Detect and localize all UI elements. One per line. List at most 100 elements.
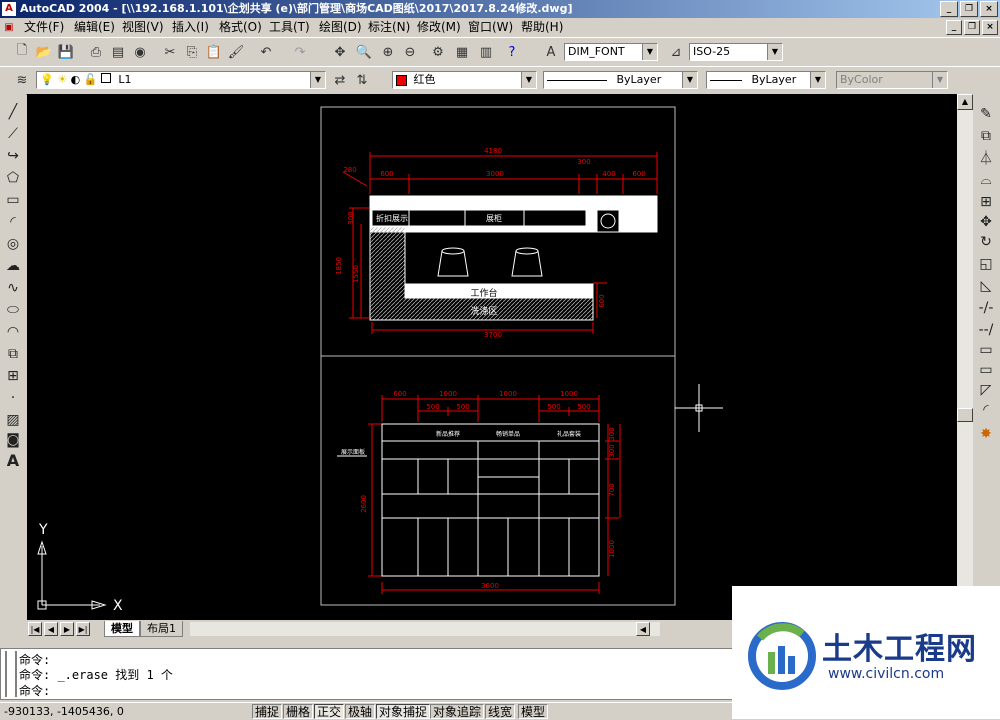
snap-toggle[interactable]: 捕捉 — [252, 704, 283, 719]
trim-icon[interactable]: -/- — [976, 298, 996, 318]
first-tab-icon[interactable]: |◀ — [28, 622, 42, 636]
grid-toggle[interactable]: 栅格 — [283, 704, 314, 719]
pan-icon[interactable]: ✥ — [330, 42, 350, 62]
help-icon[interactable]: ? — [502, 42, 522, 62]
text-style-select[interactable]: DIM_FONT ▼ — [564, 43, 658, 61]
extend-icon[interactable]: --/ — [976, 320, 996, 340]
zoom-window-icon[interactable]: ⊕ — [378, 42, 398, 62]
menu-modify[interactable]: 修改(M) — [417, 18, 461, 37]
minimize-icon[interactable]: _ — [940, 1, 958, 17]
menu-help[interactable]: 帮助(H) — [521, 18, 563, 37]
doc-close-icon[interactable]: × — [982, 20, 998, 35]
linetype-select[interactable]: ByLayer ▼ — [543, 71, 698, 89]
doc-restore-icon[interactable]: ❐ — [964, 20, 980, 35]
polar-toggle[interactable]: 极轴 — [345, 704, 376, 719]
region-icon[interactable]: ◙ — [3, 430, 23, 450]
tool-palettes-icon[interactable]: ▥ — [476, 42, 496, 62]
design-center-icon[interactable]: ▦ — [452, 42, 472, 62]
properties-icon[interactable]: ⚙ — [428, 42, 448, 62]
model-toggle[interactable]: 模型 — [518, 704, 549, 719]
copy-icon[interactable]: ⎘ — [182, 42, 202, 62]
otrack-toggle[interactable]: 对象追踪 — [430, 704, 485, 719]
save-icon[interactable]: 💾 — [56, 42, 76, 62]
scroll-up-icon[interactable]: ▲ — [957, 94, 973, 110]
menu-window[interactable]: 窗口(W) — [468, 18, 513, 37]
rectangle-icon[interactable]: ▭ — [3, 190, 23, 210]
new-icon[interactable]: 🗋 — [12, 42, 32, 62]
rotate-icon[interactable]: ↻ — [976, 232, 996, 252]
tab-layout1[interactable]: 布局1 — [140, 621, 183, 637]
menu-insert[interactable]: 插入(I) — [172, 18, 209, 37]
explode-icon[interactable]: ✸ — [976, 424, 996, 444]
tab-model[interactable]: 模型 — [104, 621, 140, 637]
redo-icon[interactable]: ↷ — [290, 42, 310, 62]
match-properties-icon[interactable]: 🖌 — [226, 42, 246, 62]
menu-file[interactable]: 文件(F) — [24, 18, 64, 37]
print-icon[interactable]: ⎙ — [86, 42, 106, 62]
doc-minimize-icon[interactable]: _ — [946, 20, 962, 35]
polygon-icon[interactable]: ⬠ — [3, 168, 23, 188]
command-grip[interactable] — [5, 651, 17, 697]
osnap-toggle[interactable]: 对象捕捉 — [376, 704, 431, 719]
polyline-icon[interactable]: ↪ — [3, 146, 23, 166]
break-at-point-icon[interactable]: ▭ — [976, 360, 996, 380]
cut-icon[interactable]: ✂ — [160, 42, 180, 62]
menu-format[interactable]: 格式(O) — [219, 18, 262, 37]
insert-block-icon[interactable]: ⧉ — [3, 344, 23, 364]
restore-icon[interactable]: ❐ — [960, 1, 978, 17]
zoom-realtime-icon[interactable]: 🔍 — [354, 42, 374, 62]
scroll-thumb[interactable] — [957, 408, 973, 422]
arc-icon[interactable]: ◜ — [3, 212, 23, 232]
lineweight-toggle[interactable]: 线宽 — [485, 704, 516, 719]
command-window[interactable]: 命令: 命令: _.erase 找到 1 个 命令: — [0, 648, 735, 700]
menu-dimension[interactable]: 标注(N) — [368, 18, 410, 37]
last-tab-icon[interactable]: ▶| — [76, 622, 90, 636]
dim-style-select[interactable]: ISO-25 ▼ — [689, 43, 783, 61]
undo-icon[interactable]: ↶ — [256, 42, 276, 62]
menu-view[interactable]: 视图(V) — [122, 18, 164, 37]
vertical-scrollbar[interactable]: ▲ ▼ — [957, 94, 973, 620]
ortho-toggle[interactable]: 正交 — [314, 704, 345, 719]
menu-edit[interactable]: 编辑(E) — [74, 18, 115, 37]
autocad-app-icon[interactable]: A — [2, 2, 16, 16]
command-prompt[interactable]: 命令: — [19, 682, 50, 699]
menu-draw[interactable]: 绘图(D) — [319, 18, 362, 37]
line-icon[interactable]: ╱ — [3, 102, 23, 122]
dim-style-icon[interactable]: ⊿ — [666, 42, 686, 62]
document-icon[interactable]: ▣ — [2, 21, 16, 35]
text-style-icon[interactable]: A — [541, 42, 561, 62]
next-tab-icon[interactable]: ▶ — [60, 622, 74, 636]
scale-icon[interactable]: ◱ — [976, 254, 996, 274]
multiline-text-icon[interactable]: A — [3, 450, 23, 470]
ellipse-arc-icon[interactable]: ◠ — [3, 322, 23, 342]
ellipse-icon[interactable]: ⬭ — [3, 300, 23, 320]
layer-select[interactable]: 💡 ☀ ◐ 🔓 L1 ▼ — [36, 71, 326, 89]
array-icon[interactable]: ⊞ — [976, 192, 996, 212]
paste-icon[interactable]: 📋 — [204, 42, 224, 62]
menu-tools[interactable]: 工具(T) — [269, 18, 310, 37]
revision-cloud-icon[interactable]: ☁ — [3, 256, 23, 276]
stretch-icon[interactable]: ◺ — [976, 276, 996, 296]
drawing-canvas[interactable]: 4180 600 3000 300 400 600 280 3700 1850 … — [27, 94, 957, 620]
point-icon[interactable]: · — [3, 388, 23, 408]
circle-icon[interactable]: ◎ — [3, 234, 23, 254]
chamfer-icon[interactable]: ◸ — [976, 380, 996, 400]
close-icon[interactable]: × — [980, 1, 998, 17]
make-current-icon[interactable]: ⇄ — [330, 70, 350, 90]
scroll-left-icon[interactable]: ◀ — [636, 622, 650, 636]
preview-icon[interactable]: ▤ — [108, 42, 128, 62]
hatch-icon[interactable]: ▨ — [3, 410, 23, 430]
zoom-previous-icon[interactable]: ⊖ — [400, 42, 420, 62]
layer-previous-icon[interactable]: ⇅ — [352, 70, 372, 90]
prev-tab-icon[interactable]: ◀ — [44, 622, 58, 636]
move-icon[interactable]: ✥ — [976, 212, 996, 232]
make-block-icon[interactable]: ⊞ — [3, 366, 23, 386]
layer-manager-icon[interactable]: ≋ — [12, 70, 32, 90]
lineweight-select[interactable]: ByLayer ▼ — [706, 71, 826, 89]
fillet-icon[interactable]: ◜ — [976, 400, 996, 420]
color-select[interactable]: 红色 ▼ — [392, 71, 537, 89]
mirror-icon[interactable]: ⏃ — [976, 148, 996, 168]
erase-icon[interactable]: ✎ — [976, 104, 996, 124]
open-icon[interactable]: 📂 — [34, 42, 54, 62]
copy-object-icon[interactable]: ⧉ — [976, 126, 996, 146]
